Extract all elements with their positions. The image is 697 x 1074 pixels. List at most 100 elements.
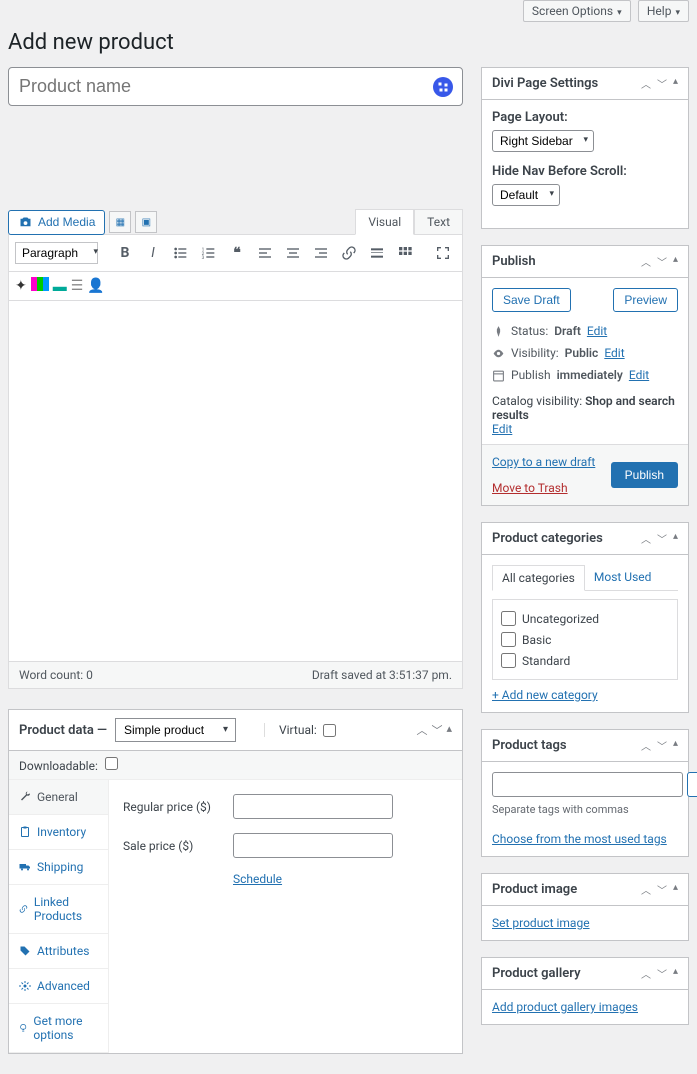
pin-icon bbox=[492, 325, 505, 338]
chevron-up-icon[interactable]: ︿ bbox=[641, 254, 651, 269]
tags-input[interactable] bbox=[492, 772, 683, 797]
virtual-checkbox[interactable] bbox=[323, 724, 336, 737]
category-checkbox[interactable] bbox=[501, 653, 516, 668]
edit-catalog-link[interactable]: Edit bbox=[492, 422, 512, 436]
help-button[interactable]: Help bbox=[638, 0, 689, 22]
save-draft-button[interactable]: Save Draft bbox=[492, 288, 571, 312]
downloadable-checkbox[interactable] bbox=[105, 757, 118, 770]
chevron-down-icon[interactable]: ﹀ bbox=[657, 76, 667, 91]
chevron-down-icon[interactable]: ﹀ bbox=[431, 722, 442, 738]
category-label: Basic bbox=[522, 633, 551, 647]
tab-general[interactable]: General bbox=[9, 780, 108, 815]
truck-icon bbox=[19, 861, 31, 873]
bullet-list-icon[interactable] bbox=[168, 240, 194, 266]
align-right-icon[interactable] bbox=[308, 240, 334, 266]
fullscreen-icon[interactable] bbox=[430, 240, 456, 266]
categories-title: Product categories bbox=[492, 531, 603, 546]
chevron-down-icon[interactable]: ﹀ bbox=[657, 738, 667, 753]
schedule-link[interactable]: Schedule bbox=[233, 872, 282, 886]
triangle-up-icon[interactable]: ▴ bbox=[673, 254, 678, 269]
chevron-up-icon[interactable]: ︿ bbox=[641, 882, 651, 897]
tab-attributes[interactable]: Attributes bbox=[9, 934, 108, 969]
toolbar-toggle-icon[interactable] bbox=[392, 240, 418, 266]
tab-all-categories[interactable]: All categories bbox=[492, 565, 585, 591]
chevron-up-icon[interactable]: ︿ bbox=[641, 738, 651, 753]
draft-saved-label: Draft saved at 3:51:37 pm. bbox=[312, 668, 452, 682]
edit-visibility-link[interactable]: Edit bbox=[604, 346, 624, 360]
tab-text[interactable]: Text bbox=[414, 209, 463, 235]
align-center-icon[interactable] bbox=[280, 240, 306, 266]
tab-inventory[interactable]: Inventory bbox=[9, 815, 108, 850]
triangle-up-icon[interactable]: ▴ bbox=[673, 738, 678, 753]
add-tag-button[interactable]: Add bbox=[687, 772, 697, 797]
triangle-up-icon[interactable]: ▴ bbox=[673, 966, 678, 981]
edit-publish-link[interactable]: Edit bbox=[629, 368, 649, 382]
builder-badge-icon[interactable] bbox=[433, 77, 453, 97]
numbered-list-icon[interactable]: 123 bbox=[196, 240, 222, 266]
bold-icon[interactable]: B bbox=[112, 240, 138, 266]
emoji-icon[interactable]: ✦ bbox=[15, 278, 27, 294]
align-left-icon[interactable] bbox=[252, 240, 278, 266]
triangle-up-icon[interactable]: ▴ bbox=[673, 882, 678, 897]
product-title-input[interactable] bbox=[8, 67, 463, 106]
calendar-icon bbox=[492, 369, 505, 382]
hr-icon[interactable]: ☰ bbox=[71, 278, 84, 294]
chevron-down-icon[interactable]: ﹀ bbox=[657, 882, 667, 897]
divider-icon[interactable]: ▬ bbox=[53, 278, 67, 295]
hide-nav-select[interactable]: Default bbox=[492, 184, 560, 206]
copy-draft-link[interactable]: Copy to a new draft bbox=[492, 455, 595, 469]
category-checkbox[interactable] bbox=[501, 632, 516, 647]
tab-linked-products[interactable]: Linked Products bbox=[9, 885, 108, 934]
chevron-up-icon[interactable]: ︿ bbox=[641, 531, 651, 546]
page-layout-label: Page Layout: bbox=[492, 110, 678, 125]
woo-blocks-icon[interactable] bbox=[31, 277, 49, 295]
chevron-down-icon[interactable]: ﹀ bbox=[657, 254, 667, 269]
triangle-up-icon[interactable]: ▴ bbox=[673, 531, 678, 546]
readmore-icon[interactable] bbox=[364, 240, 390, 266]
product-image-title: Product image bbox=[492, 882, 577, 897]
product-type-select[interactable]: Simple product bbox=[115, 718, 236, 742]
gear-icon bbox=[19, 980, 31, 992]
regular-price-label: Regular price ($) bbox=[123, 800, 223, 814]
tab-advanced[interactable]: Advanced bbox=[9, 969, 108, 1004]
user-icon[interactable]: 👤 bbox=[87, 278, 104, 294]
tab-most-used[interactable]: Most Used bbox=[585, 565, 661, 590]
publish-button[interactable]: Publish bbox=[611, 462, 678, 488]
add-media-button[interactable]: Add Media bbox=[8, 210, 105, 235]
page-layout-select[interactable]: Right Sidebar bbox=[492, 130, 594, 152]
preview-button[interactable]: Preview bbox=[613, 288, 678, 312]
divi-settings-title: Divi Page Settings bbox=[492, 76, 598, 91]
tags-hint: Separate tags with commas bbox=[492, 803, 678, 816]
quote-icon[interactable]: ❝ bbox=[224, 240, 250, 266]
chevron-up-icon[interactable]: ︿ bbox=[416, 722, 427, 738]
move-to-trash-link[interactable]: Move to Trash bbox=[492, 481, 595, 495]
add-category-link[interactable]: + Add new category bbox=[492, 688, 598, 702]
form-builder-icon[interactable]: ▦ bbox=[109, 211, 131, 233]
word-count-label: Word count: 0 bbox=[19, 668, 93, 682]
sale-price-input[interactable] bbox=[233, 833, 393, 858]
triangle-up-icon[interactable]: ▴ bbox=[446, 722, 452, 738]
edit-status-link[interactable]: Edit bbox=[587, 324, 607, 338]
regular-price-input[interactable] bbox=[233, 794, 393, 819]
clipboard-icon bbox=[19, 826, 31, 838]
set-product-image-link[interactable]: Set product image bbox=[492, 916, 590, 930]
shortcode-icon[interactable]: ▣ bbox=[135, 211, 157, 233]
chevron-up-icon[interactable]: ︿ bbox=[641, 76, 651, 91]
add-gallery-images-link[interactable]: Add product gallery images bbox=[492, 1000, 638, 1014]
format-select[interactable]: Paragraph bbox=[15, 242, 98, 264]
tag-icon bbox=[19, 945, 31, 957]
category-checkbox[interactable] bbox=[501, 611, 516, 626]
screen-options-button[interactable]: Screen Options bbox=[523, 0, 631, 22]
tab-visual[interactable]: Visual bbox=[355, 209, 414, 235]
italic-icon[interactable]: I bbox=[140, 240, 166, 266]
editor-content-area[interactable] bbox=[9, 301, 462, 661]
chevron-down-icon[interactable]: ﹀ bbox=[657, 531, 667, 546]
tab-get-more[interactable]: Get more options bbox=[9, 1004, 108, 1053]
triangle-up-icon[interactable]: ▴ bbox=[673, 76, 678, 91]
svg-text:3: 3 bbox=[202, 255, 205, 261]
choose-tags-link[interactable]: Choose from the most used tags bbox=[492, 832, 667, 846]
link-icon[interactable] bbox=[336, 240, 362, 266]
tab-shipping[interactable]: Shipping bbox=[9, 850, 108, 885]
chevron-down-icon[interactable]: ﹀ bbox=[657, 966, 667, 981]
chevron-up-icon[interactable]: ︿ bbox=[641, 966, 651, 981]
